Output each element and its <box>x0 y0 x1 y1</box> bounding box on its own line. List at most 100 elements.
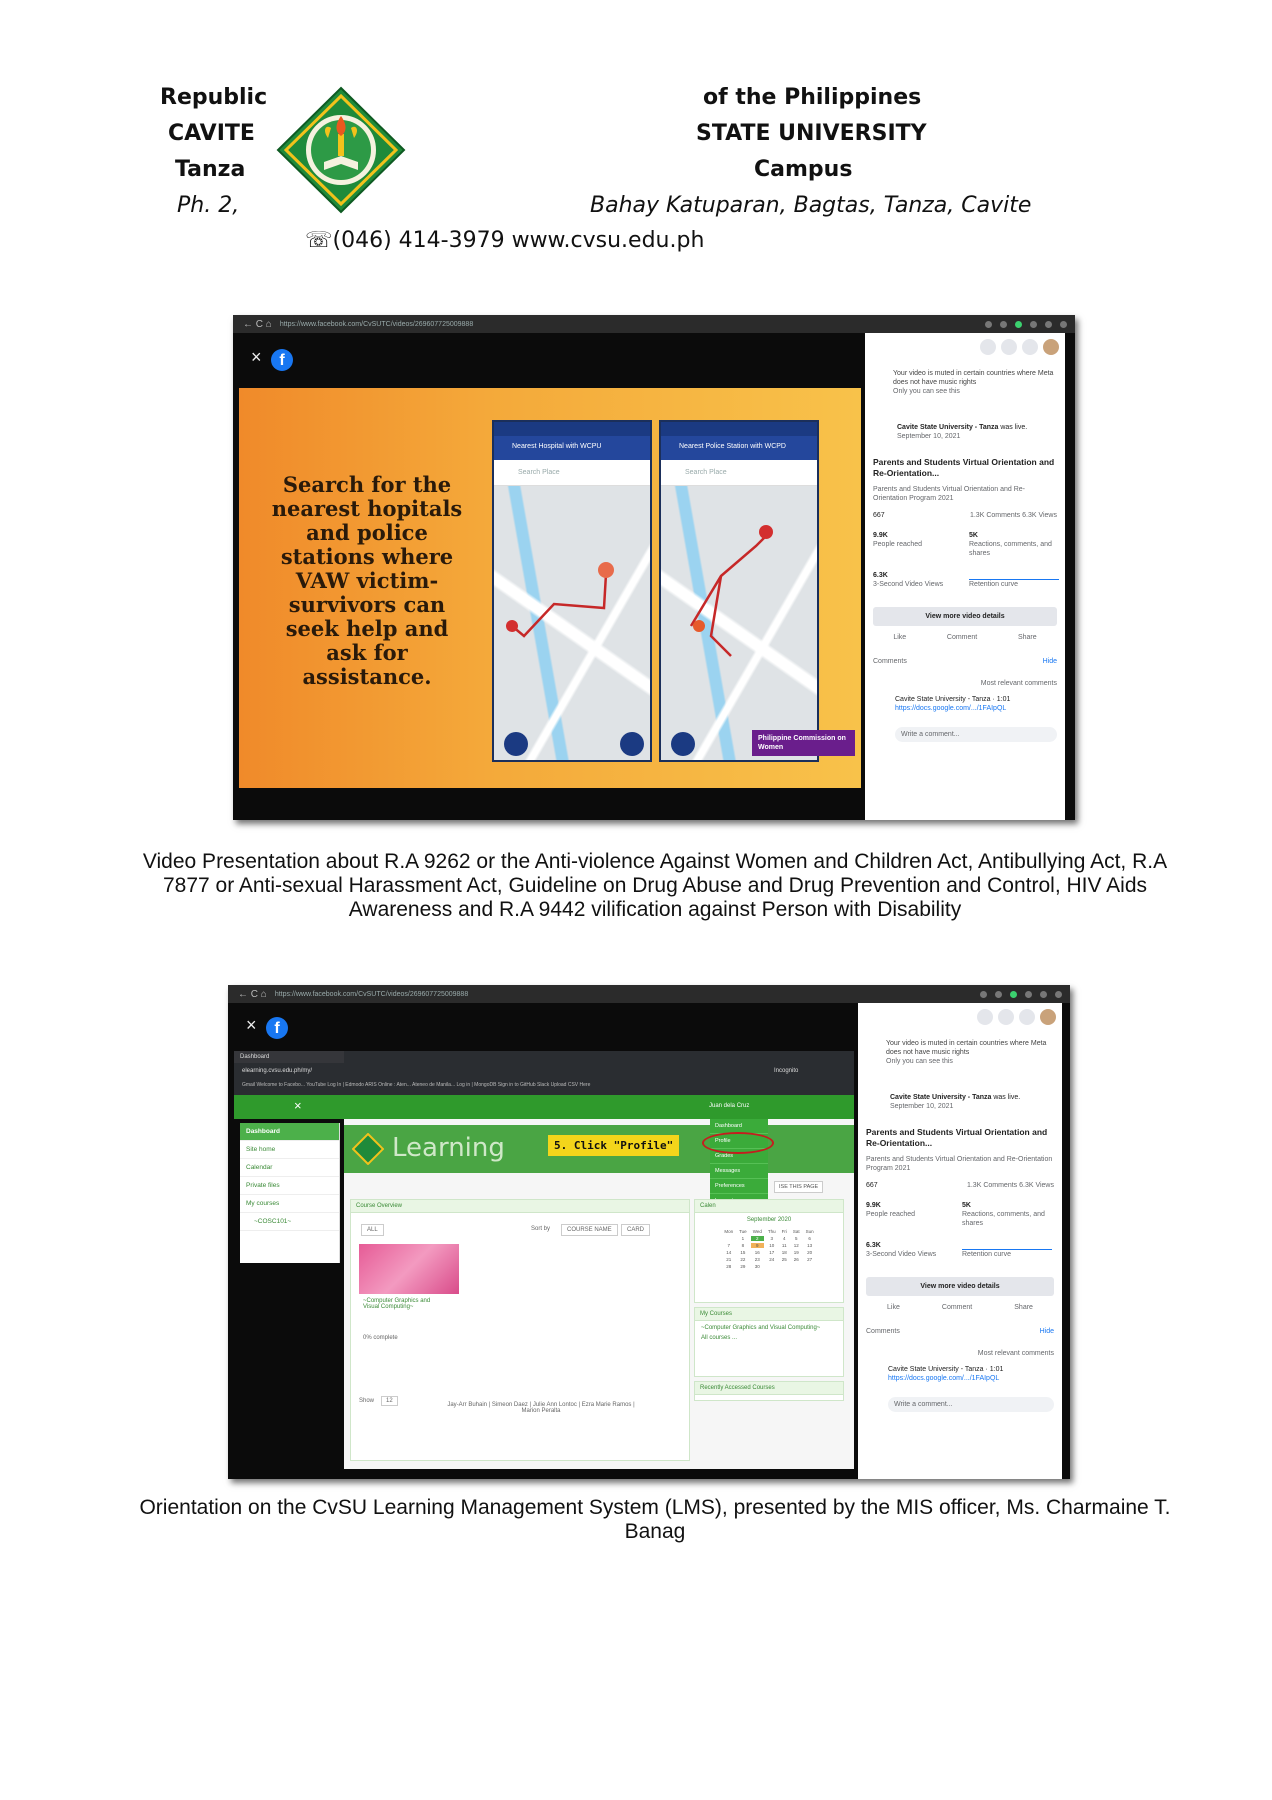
user-name[interactable]: Juan dela Cruz <box>709 1103 749 1109</box>
hide-link[interactable]: Hide <box>1043 657 1057 666</box>
messenger-icon[interactable] <box>1001 339 1017 355</box>
sort-label: Sort by <box>531 1226 551 1232</box>
map-view <box>494 486 650 760</box>
letterhead-campus: Campus <box>754 157 853 182</box>
map-view <box>661 486 817 760</box>
comments-header: Comments Hide <box>873 657 1057 666</box>
comment-sort[interactable]: Most relevant comments <box>873 679 1057 688</box>
menu-item-messages[interactable]: Messages <box>710 1164 768 1179</box>
facebook-side-panel: Your video is muted in certain countries… <box>858 1003 1062 1479</box>
all-courses-link[interactable]: All courses ... <box>695 1335 843 1341</box>
avatar[interactable] <box>1043 339 1059 355</box>
facebook-header-icons <box>977 1009 1056 1025</box>
letterhead-tanza: Tanza <box>175 157 246 182</box>
lms-main: Learning 5. Click "Profile" Dashboard Pr… <box>344 1119 854 1469</box>
calendar-header: Calen <box>695 1200 843 1213</box>
video-slide: Search for the nearest hopitals and poli… <box>239 388 861 788</box>
hide-link[interactable]: Hide <box>1040 1327 1054 1336</box>
highlight-ring <box>702 1132 774 1154</box>
post-actions: Like Comment Share <box>866 1303 1054 1312</box>
lms-banner: Learning 5. Click "Profile" <box>344 1125 854 1173</box>
sidebar-item-calendar[interactable]: Calendar <box>240 1159 339 1177</box>
phone-police-title: Nearest Police Station with WCPD <box>661 436 817 460</box>
my-course-link[interactable]: ~Computer Graphics and Visual Computing~ <box>695 1321 843 1335</box>
browser-nav-icons: ← C ⌂ <box>238 988 267 1000</box>
show-dropdown[interactable]: 12 <box>381 1396 398 1406</box>
post-reactions: 667 1.3K Comments 6.3K Views <box>873 512 1057 519</box>
share-button[interactable]: Share <box>1014 1303 1033 1312</box>
muted-notice: Your video is muted in certain countries… <box>893 370 1054 395</box>
browser-toolbar-icons <box>985 320 1075 328</box>
close-icon: × <box>246 1015 257 1035</box>
letterhead-address: Bahay Katuparan, Bagtas, Tanza, Cavite <box>590 193 1032 218</box>
sidebar-item-site-home[interactable]: Site home <box>240 1141 339 1159</box>
comment-button[interactable]: Comment <box>947 633 977 642</box>
inner-browser-chrome: Dashboard elearning.cvsu.edu.ph/my/ Inco… <box>234 1051 854 1095</box>
messenger-icon[interactable] <box>998 1009 1014 1025</box>
sidebar-item-course[interactable]: ~COSC101~ <box>240 1213 339 1231</box>
phone-police-map: Nearest Police Station with WCPD Search … <box>659 420 819 762</box>
close-icon: × <box>251 347 262 367</box>
view-more-details-button[interactable]: View more video details <box>866 1277 1054 1296</box>
facebook-logo-icon: f <box>266 1017 288 1039</box>
phone-search-field: Search Place <box>494 460 650 486</box>
recent-courses-card: Recently Accessed Courses <box>694 1381 844 1401</box>
menu-icon[interactable] <box>980 339 996 355</box>
comment-button[interactable]: Comment <box>942 1303 972 1312</box>
post-author[interactable]: Cavite State University - Tanza was live… <box>897 423 1057 441</box>
sidebar-item-my-courses[interactable]: My courses <box>240 1195 339 1213</box>
facebook-video-screenshot: ← C ⌂ https://www.facebook.com/CvSUTC/vi… <box>233 315 1075 820</box>
post-author[interactable]: Cavite State University - Tanza was live… <box>890 1093 1054 1111</box>
inner-url: elearning.cvsu.edu.ph/my/ <box>242 1068 313 1074</box>
menu-item-preferences[interactable]: Preferences <box>710 1179 768 1194</box>
facebook-side-panel: Your video is muted in certain countries… <box>865 333 1065 820</box>
post-actions: Like Comment Share <box>873 633 1057 642</box>
slide-text: Search for the nearest hopitals and poli… <box>271 472 463 689</box>
write-comment-input[interactable]: Write a comment... <box>888 1397 1054 1412</box>
avatar[interactable] <box>1040 1009 1056 1025</box>
letterhead-republic: Republic <box>160 85 268 110</box>
post-title: Parents and Students Virtual Orientation… <box>866 1127 1048 1148</box>
customise-page-button[interactable]: ISE THIS PAGE <box>774 1181 824 1193</box>
calendar-card: Calen September 2020 Mon Tue Wed Thu Fri Sat S… <box>694 1199 844 1303</box>
bell-icon[interactable] <box>1022 339 1038 355</box>
elearning-title: Learning <box>392 1133 505 1163</box>
like-button[interactable]: Like <box>893 633 906 642</box>
show-label: Show <box>359 1398 375 1404</box>
muted-notice: Your video is muted in certain countries… <box>886 1040 1047 1065</box>
incognito-label: Incognito <box>774 1068 799 1074</box>
browser-url: https://www.facebook.com/CvSUTC/videos/2… <box>279 320 474 328</box>
my-courses-card: My Courses ~Computer Graphics and Visual… <box>694 1307 844 1377</box>
like-button[interactable]: Like <box>887 1303 900 1312</box>
letterhead-philippines: of the Philippines <box>703 85 922 110</box>
share-button[interactable]: Share <box>1018 633 1037 642</box>
recent-courses-header: Recently Accessed Courses <box>695 1382 843 1395</box>
comments-header: Comments Hide <box>866 1327 1054 1336</box>
phone-hospital-title: Nearest Hospital with WCPU <box>494 436 650 460</box>
sort-dropdown[interactable]: COURSE NAME <box>561 1224 618 1236</box>
browser-address-bar: ← C ⌂ https://www.facebook.com/CvSUTC/vi… <box>233 315 1075 333</box>
sidebar-item-private-files[interactable]: Private files <box>240 1177 339 1195</box>
lms-sidebar: Dashboard Site home Calendar Private fil… <box>240 1123 340 1263</box>
browser-address-bar: ← C ⌂ https://www.facebook.com/CvSUTC/vi… <box>228 985 1070 1003</box>
menu-icon[interactable] <box>977 1009 993 1025</box>
bell-icon[interactable] <box>1019 1009 1035 1025</box>
calendar-grid[interactable]: Mon Tue Wed Thu Fri Sat Sun 123456 7 8 9 10 11 12 13… <box>720 1227 817 1271</box>
view-dropdown[interactable]: CARD <box>621 1224 651 1236</box>
write-comment-input[interactable]: Write a comment... <box>895 727 1057 742</box>
course-name-link[interactable]: ~Computer Graphics and Visual Computing~ <box>363 1298 443 1310</box>
sidebar-item-dashboard[interactable]: Dashboard <box>240 1123 339 1141</box>
post-description: Parents and Students Virtual Orientation… <box>866 1156 1053 1172</box>
course-thumbnail[interactable] <box>359 1244 459 1294</box>
facebook-logo-icon: f <box>271 349 293 371</box>
phone-search-field: Search Place <box>661 460 817 486</box>
comment-item: Cavite State University - Tanza · 1:01 h… <box>888 1366 1004 1382</box>
filter-dropdown[interactable]: ALL <box>361 1224 384 1236</box>
comment-sort[interactable]: Most relevant comments <box>866 1349 1054 1358</box>
instruction-callout: 5. Click "Profile" <box>548 1135 680 1156</box>
close-icon[interactable]: × <box>294 1098 302 1113</box>
facebook-header-icons <box>980 339 1059 355</box>
course-overview-header: Course Overview <box>351 1200 689 1213</box>
view-more-details-button[interactable]: View more video details <box>873 607 1057 626</box>
credits-text: Jay-Arr Buhain | Simeon Daez | Julie Ann… <box>447 1402 635 1414</box>
